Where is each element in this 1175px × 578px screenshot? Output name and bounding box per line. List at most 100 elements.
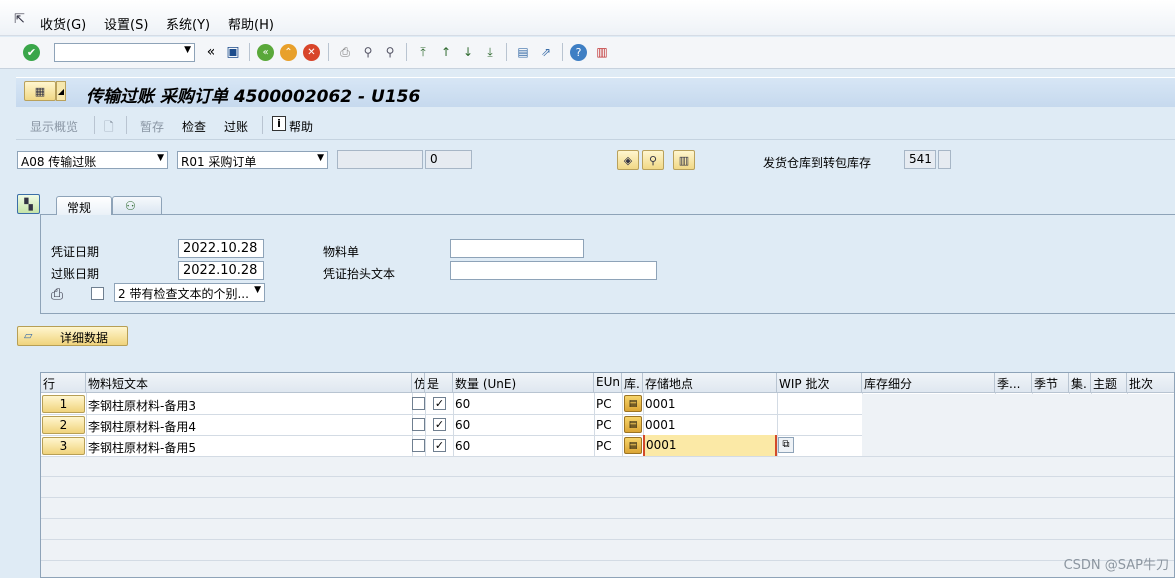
row-select-button[interactable]: 1: [42, 395, 85, 413]
cancel-icon[interactable]: ✕: [303, 44, 320, 61]
settings-icon[interactable]: ▥: [673, 150, 695, 170]
execute-icon[interactable]: ◈: [617, 150, 639, 170]
col-store-icon[interactable]: 库.: [622, 373, 643, 393]
standard-toolbar: ✔ ▼ « ▣ « ⌃ ✕ ⎙ ⚲ ⚲ ⤒ ↑ ↓ ⤓ ▤ ⇗ ? ▥: [0, 37, 1175, 69]
detail-data-button[interactable]: ▱ 详细数据: [17, 326, 128, 346]
col-unit[interactable]: EUn: [594, 373, 622, 393]
unit-cell[interactable]: PC: [596, 418, 612, 432]
storage-location-icon[interactable]: ▤: [624, 416, 642, 433]
post-button[interactable]: 过账: [224, 118, 248, 135]
col-batch[interactable]: 批次: [1127, 373, 1174, 393]
unit-cell[interactable]: PC: [596, 439, 612, 453]
quantity-cell[interactable]: 60: [455, 439, 470, 453]
storage-location-input-active[interactable]: 0001: [643, 435, 777, 456]
col-theme[interactable]: 主题: [1091, 373, 1127, 393]
menu-settings[interactable]: 设置(S): [104, 14, 148, 33]
row-select-button[interactable]: 3: [42, 437, 85, 455]
reference-doc-select[interactable]: R01 采购订单 ▼: [177, 151, 328, 169]
hold-button[interactable]: 暂存: [140, 118, 164, 135]
transaction-select[interactable]: A08 传输过账 ▼: [17, 151, 168, 169]
binoculars-icon[interactable]: ⚲: [642, 150, 664, 170]
sim-checkbox[interactable]: [412, 418, 425, 431]
storage-location-icon[interactable]: ▤: [624, 395, 642, 412]
chevron-down-icon: ▼: [254, 285, 261, 295]
material-text-cell[interactable]: 李钢柱原材料-备用5: [88, 439, 196, 456]
reference-count-field[interactable]: 0: [425, 150, 472, 169]
menu-goods-receipt[interactable]: 收货(G): [40, 14, 86, 33]
tab-partner[interactable]: ⚇: [112, 196, 162, 215]
collapse-icon[interactable]: «: [201, 42, 221, 62]
col-storage-location[interactable]: 存储地点: [643, 373, 777, 393]
save-icon[interactable]: ▣: [223, 42, 243, 62]
print-checkbox[interactable]: [91, 287, 104, 300]
print-icon[interactable]: ⎙: [335, 42, 355, 62]
movement-type-field[interactable]: 541: [904, 150, 936, 169]
storage-location-icon[interactable]: ▤: [624, 437, 642, 454]
unit-cell[interactable]: PC: [596, 397, 612, 411]
command-field[interactable]: ▼: [54, 43, 195, 62]
overview-button[interactable]: 显示概览: [30, 118, 78, 135]
print-version-select[interactable]: 2 带有检查文本的个别... ▼: [114, 283, 265, 302]
help-icon[interactable]: ?: [570, 44, 587, 61]
storage-location-cell[interactable]: 0001: [645, 397, 676, 411]
shortcut-icon[interactable]: ⇗: [536, 42, 556, 62]
col-sim[interactable]: 仿: [412, 373, 425, 393]
col-quantity[interactable]: 数量 (UnE): [453, 373, 594, 393]
quantity-cell[interactable]: 60: [455, 418, 470, 432]
help-button[interactable]: 帮助: [289, 118, 313, 135]
col-short-text[interactable]: 物料短文本: [86, 373, 412, 393]
empty-rows-area: [41, 456, 1174, 577]
customize-icon[interactable]: ▥: [592, 42, 612, 62]
quantity-cell[interactable]: 60: [455, 397, 470, 411]
col-season-short[interactable]: 季...: [995, 373, 1032, 393]
partner-icon: ⚇: [125, 199, 136, 213]
menu-help[interactable]: 帮助(H): [228, 14, 274, 33]
back-icon[interactable]: «: [257, 44, 274, 61]
material-text-cell[interactable]: 李钢柱原材料-备用4: [88, 418, 196, 435]
row-divider: [41, 456, 1174, 457]
exit-icon[interactable]: ⌃: [280, 44, 297, 61]
col-season[interactable]: 季节: [1032, 373, 1069, 393]
sim-checkbox[interactable]: [412, 397, 425, 410]
ok-checkbox[interactable]: ✓: [433, 418, 446, 431]
col-wip-batch[interactable]: WIP 批次: [777, 373, 862, 393]
last-page-icon[interactable]: ⤓: [480, 42, 500, 62]
col-ok[interactable]: 是: [425, 373, 453, 393]
menu-dropdown-icon[interactable]: ◢: [56, 81, 66, 101]
find-next-icon[interactable]: ⚲: [380, 42, 400, 62]
header-toggle-icon[interactable]: ▚: [17, 194, 40, 214]
new-doc-icon[interactable]: 🗋: [104, 118, 114, 139]
storage-location-cell[interactable]: 0001: [645, 418, 676, 432]
col-line[interactable]: 行: [41, 373, 86, 393]
exit-menu-icon[interactable]: ⇱: [14, 12, 25, 27]
col-stock-segment[interactable]: 库存细分: [862, 373, 995, 393]
menu-system[interactable]: 系统(Y): [166, 14, 210, 33]
new-session-icon[interactable]: ▤: [513, 42, 533, 62]
sim-checkbox[interactable]: [412, 439, 425, 452]
first-page-icon[interactable]: ⤒: [413, 42, 433, 62]
material-slip-field[interactable]: [450, 239, 584, 258]
material-text-cell[interactable]: 李钢柱原材料-备用3: [88, 397, 196, 414]
tab-general[interactable]: 常规: [56, 196, 112, 215]
chevron-down-icon: ▼: [317, 153, 324, 163]
find-icon[interactable]: ⚲: [358, 42, 378, 62]
toolbar-separator: [506, 43, 507, 61]
check-icon[interactable]: ✔: [23, 44, 40, 61]
info-icon[interactable]: i: [272, 116, 286, 131]
reference-number-field[interactable]: [337, 150, 423, 169]
show-overview-icon[interactable]: ▦: [24, 81, 56, 101]
col-collection[interactable]: 集.: [1069, 373, 1091, 393]
row-select-button[interactable]: 2: [42, 416, 85, 434]
doc-date-field[interactable]: 2022.10.28: [178, 239, 264, 258]
prev-page-icon[interactable]: ↑: [436, 42, 456, 62]
ok-checkbox[interactable]: ✓: [433, 439, 446, 452]
post-date-field[interactable]: 2022.10.28: [178, 261, 264, 280]
header-text-field[interactable]: [450, 261, 657, 280]
movement-indicator-field[interactable]: [938, 150, 951, 169]
next-page-icon[interactable]: ↓: [458, 42, 478, 62]
check-button[interactable]: 检查: [182, 118, 206, 135]
value-help-icon[interactable]: ⧉: [778, 437, 794, 453]
printer-icon[interactable]: ⎙: [51, 285, 63, 303]
ok-checkbox[interactable]: ✓: [433, 397, 446, 410]
header-text-label: 凭证抬头文本: [323, 267, 396, 281]
